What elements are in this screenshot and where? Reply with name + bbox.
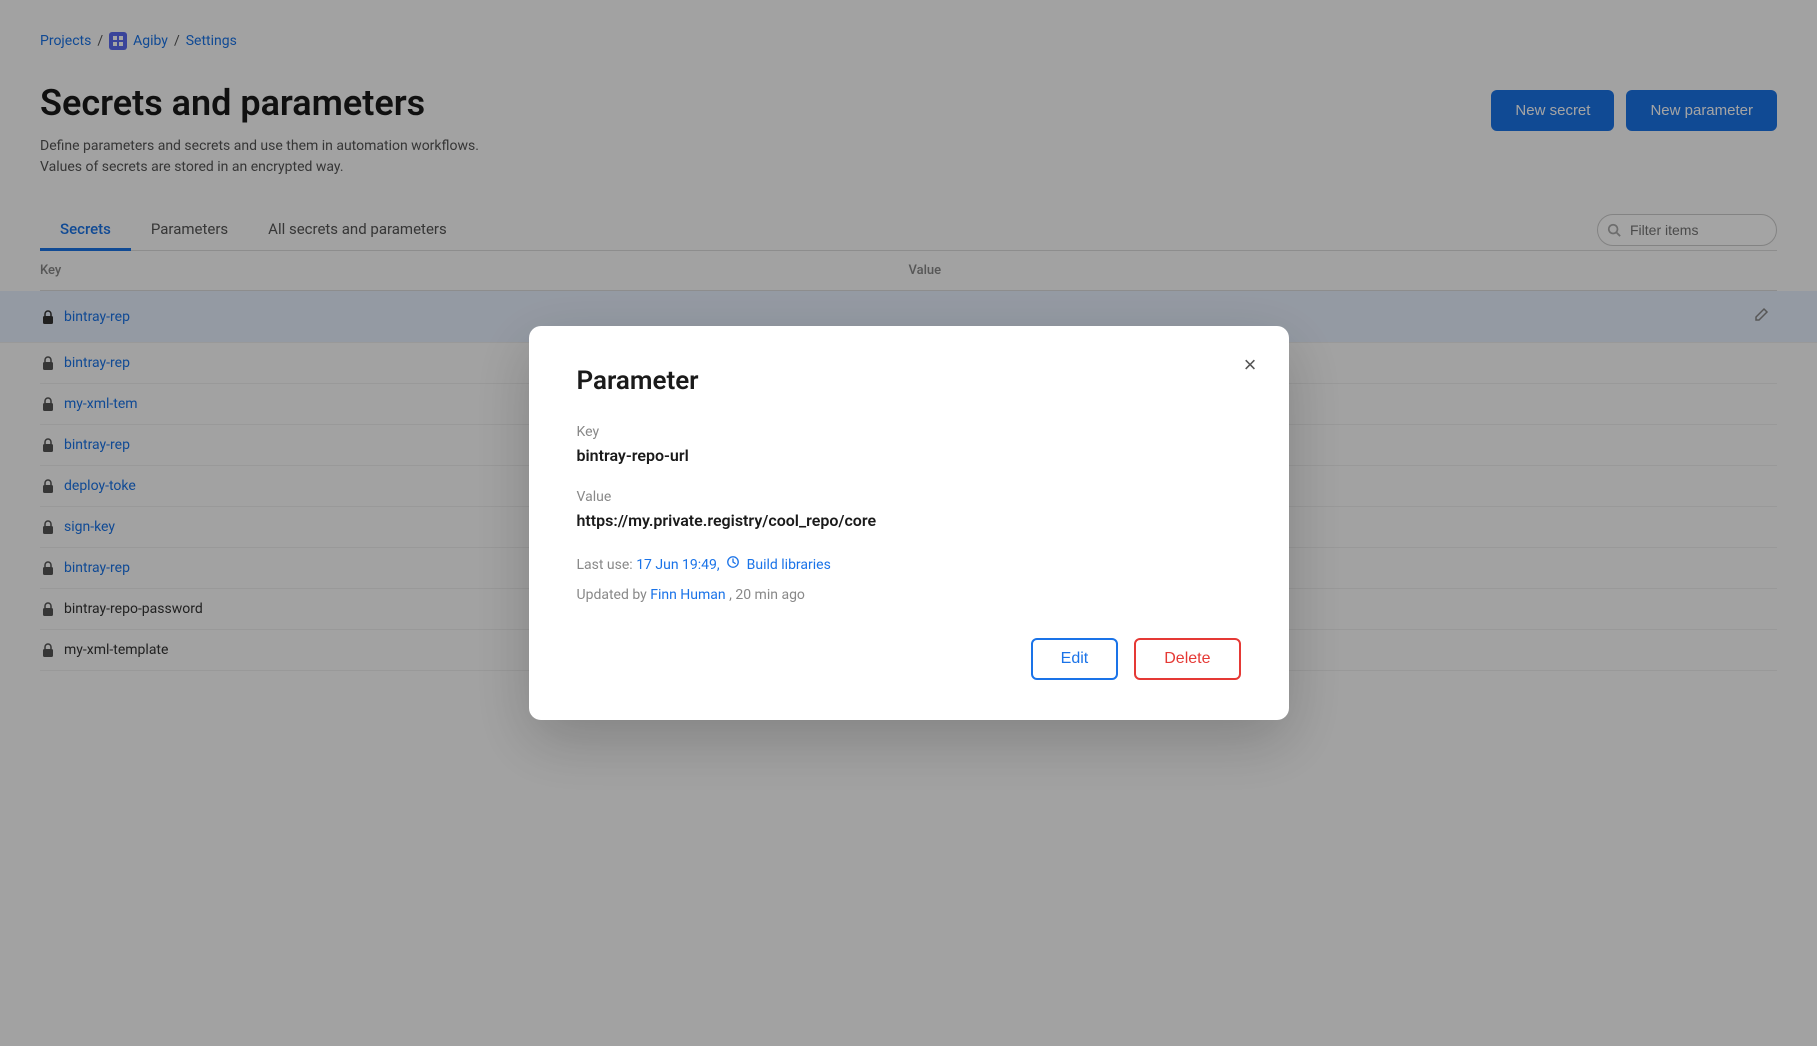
updated-ago: , 20 min ago	[729, 587, 805, 603]
modal-value-label: Value	[577, 489, 1241, 505]
modal-edit-button[interactable]: Edit	[1031, 638, 1119, 680]
last-use-date[interactable]: 17 Jun 19:49,	[636, 557, 719, 573]
workflow-icon	[726, 555, 740, 569]
updated-by-prefix: Updated by	[577, 587, 647, 603]
updated-by-name[interactable]: Finn Human	[650, 587, 725, 603]
modal-actions: Edit Delete	[577, 638, 1241, 680]
modal-value-value: https://my.private.registry/cool_repo/co…	[577, 511, 1241, 530]
modal-key-label: Key	[577, 424, 1241, 440]
modal-meta-lastuse: Last use: 17 Jun 19:49, Build libraries	[577, 554, 1241, 576]
parameter-modal: × Parameter Key bintray-repo-url Value h…	[529, 326, 1289, 721]
modal-key-value: bintray-repo-url	[577, 446, 1241, 465]
modal-meta-updated: Updated by Finn Human , 20 min ago	[577, 584, 1241, 606]
last-use-prefix: Last use:	[577, 557, 633, 573]
modal-close-button[interactable]: ×	[1240, 350, 1261, 380]
modal-delete-button[interactable]: Delete	[1134, 638, 1240, 680]
modal-overlay[interactable]: × Parameter Key bintray-repo-url Value h…	[0, 0, 1817, 1046]
modal-title: Parameter	[577, 366, 1241, 396]
workflow-name[interactable]: Build libraries	[747, 557, 831, 573]
